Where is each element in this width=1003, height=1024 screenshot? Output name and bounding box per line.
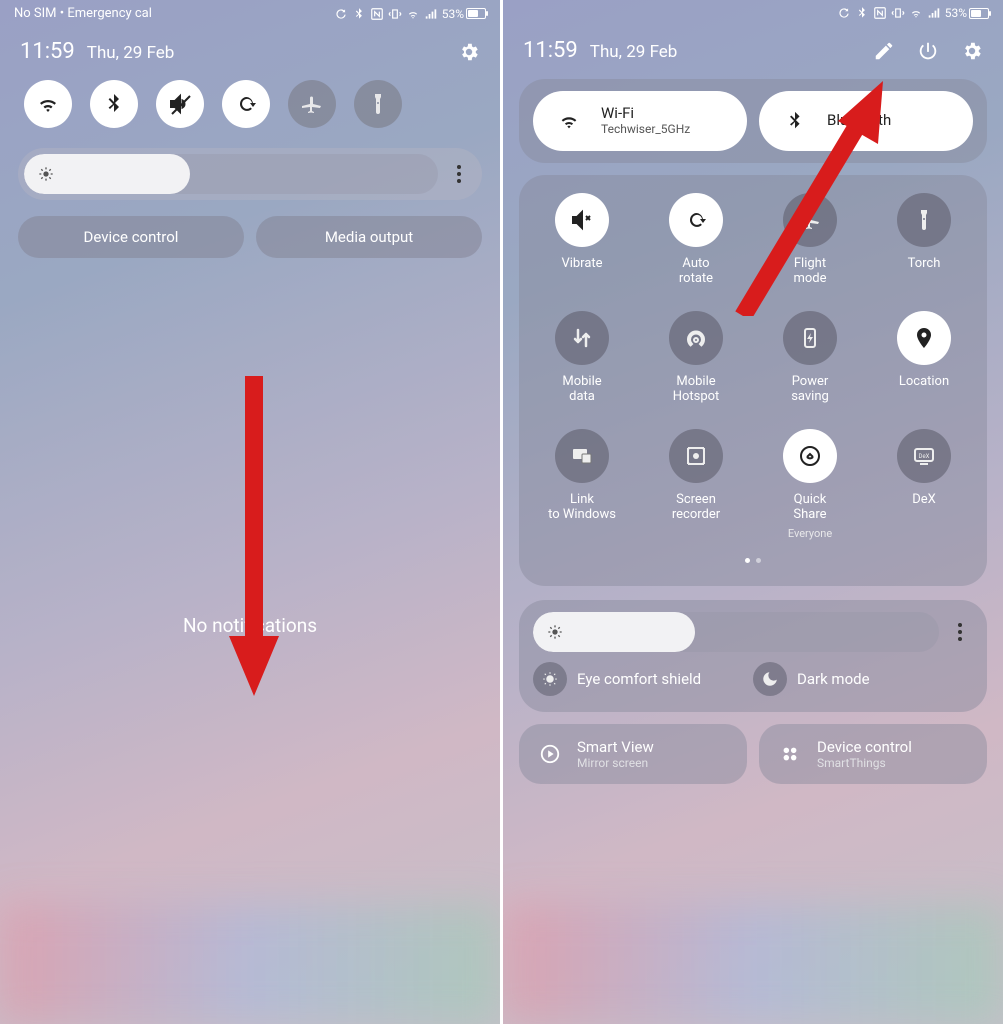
brightness-icon <box>547 624 563 640</box>
eye-comfort-toggle[interactable]: Eye comfort shield <box>533 662 753 696</box>
wifi-tile[interactable]: Wi-Fi Techwiser_5GHz <box>533 91 747 151</box>
dark-mode-toggle[interactable]: Dark mode <box>753 662 973 696</box>
status-bar: 53% <box>503 0 1003 24</box>
pager-dots <box>529 558 977 564</box>
tile-mobiledata[interactable]: Mobiledata <box>529 311 635 405</box>
sync-icon <box>837 6 851 20</box>
bluetooth-toggle[interactable] <box>90 80 138 128</box>
brightness-more-icon[interactable] <box>947 623 973 641</box>
vibrate-icon <box>891 6 905 20</box>
power-icon[interactable] <box>917 40 939 62</box>
clock: 11:59 <box>523 38 578 63</box>
bluetooth-tile[interactable]: Bluetooth <box>759 91 973 151</box>
tile-autorotate[interactable]: Autorotate <box>643 193 749 287</box>
date: Thu, 29 Feb <box>87 43 175 63</box>
bluetooth-title: Bluetooth <box>827 112 891 129</box>
wifi-icon <box>558 110 580 132</box>
signal-icon <box>927 6 941 20</box>
grid-icon <box>779 743 801 765</box>
bluetooth-icon <box>784 110 806 132</box>
signal-icon <box>424 7 438 21</box>
brightness-more-icon[interactable] <box>446 165 472 183</box>
settings-icon[interactable] <box>961 40 983 62</box>
rotate-toggle[interactable] <box>222 80 270 128</box>
status-icons: 53% <box>334 7 486 21</box>
wifi-subtitle: Techwiser_5GHz <box>601 123 690 137</box>
tile-quickshare[interactable]: QuickShareEveryone <box>757 429 863 540</box>
wifi-icon <box>909 6 923 20</box>
device-control-button[interactable]: Device control <box>18 216 244 258</box>
tile-flight[interactable]: Flightmode <box>757 193 863 287</box>
wifi-title: Wi-Fi <box>601 105 690 122</box>
edit-icon[interactable] <box>873 40 895 62</box>
vibrate-icon <box>388 7 402 21</box>
smart-view-tile[interactable]: Smart View Mirror screen <box>519 724 747 784</box>
brightness-group: Eye comfort shield Dark mode <box>519 600 987 712</box>
nfc-icon <box>370 7 384 21</box>
wifi-toggle[interactable] <box>24 80 72 128</box>
qs-header: 11:59 Thu, 29 Feb <box>503 24 1003 75</box>
screenshot-left: No SIM • Emergency cal 53% 11:59 Thu, 29… <box>0 0 500 1024</box>
sound-toggle[interactable] <box>156 80 204 128</box>
annotation-arrow-down <box>224 376 284 706</box>
clock: 11:59 <box>20 39 75 64</box>
quick-toggles-row <box>0 76 500 142</box>
no-notifications-text: No notifications <box>0 614 500 637</box>
bluetooth-icon <box>352 7 366 21</box>
connectivity-group: Wi-Fi Techwiser_5GHz Bluetooth <box>519 79 987 163</box>
screenshot-right: 53% 11:59 Thu, 29 Feb Wi-Fi Techwiser_5G… <box>503 0 1003 1024</box>
media-output-button[interactable]: Media output <box>256 216 482 258</box>
torch-toggle[interactable] <box>354 80 402 128</box>
tile-dex[interactable]: DeXDeX <box>871 429 977 540</box>
tile-linkwin[interactable]: Linkto Windows <box>529 429 635 540</box>
tile-location[interactable]: Location <box>871 311 977 405</box>
quick-settings-grid: VibrateAutorotateFlightmodeTorch Mobileda… <box>519 175 987 586</box>
eye-comfort-icon <box>541 670 559 688</box>
sync-icon <box>334 7 348 21</box>
wifi-icon <box>406 7 420 21</box>
settings-icon[interactable] <box>458 41 480 63</box>
tile-vibrate[interactable]: Vibrate <box>529 193 635 287</box>
bluetooth-icon <box>855 6 869 20</box>
tile-torch[interactable]: Torch <box>871 193 977 287</box>
brightness-icon <box>38 166 54 182</box>
tile-powersave[interactable]: Powersaving <box>757 311 863 405</box>
date: Thu, 29 Feb <box>590 42 678 62</box>
battery-indicator: 53% <box>945 6 989 20</box>
airplane-toggle[interactable] <box>288 80 336 128</box>
battery-indicator: 53% <box>442 7 486 21</box>
brightness-slider[interactable] <box>18 148 482 200</box>
device-control-tile[interactable]: Device control SmartThings <box>759 724 987 784</box>
tile-hotspot[interactable]: MobileHotspot <box>643 311 749 405</box>
status-text: No SIM • Emergency cal <box>14 6 152 21</box>
status-icons: 53% <box>837 6 989 20</box>
svg-text:DeX: DeX <box>919 453 930 460</box>
brightness-slider[interactable] <box>533 612 939 652</box>
moon-icon <box>761 670 779 688</box>
smart-view-icon <box>539 743 561 765</box>
tile-screenrec[interactable]: Screenrecorder <box>643 429 749 540</box>
nfc-icon <box>873 6 887 20</box>
qs-header: 11:59 Thu, 29 Feb <box>0 25 500 76</box>
status-bar: No SIM • Emergency cal 53% <box>0 0 500 25</box>
